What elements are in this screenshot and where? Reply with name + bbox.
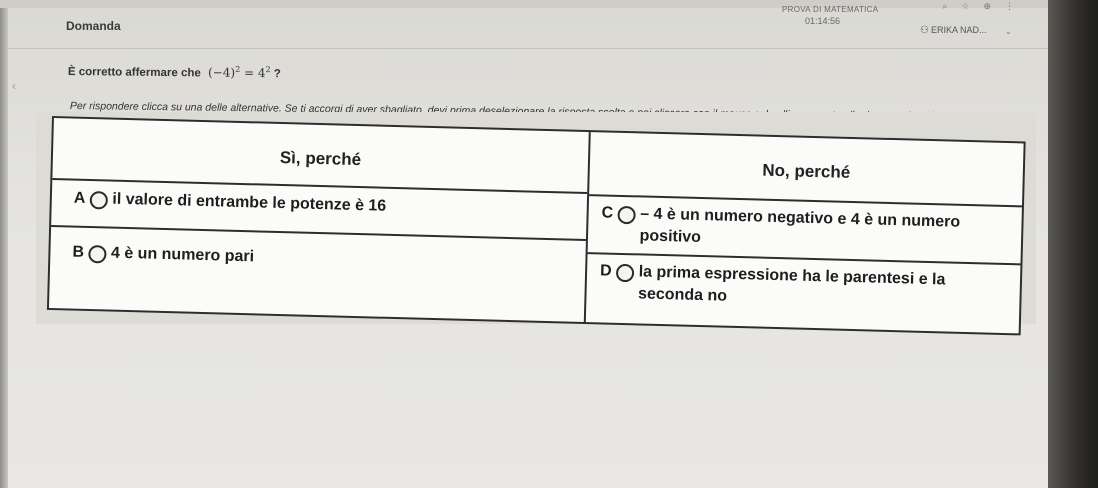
option-letter: A <box>73 189 86 207</box>
radio-button-c[interactable] <box>616 205 636 225</box>
question-text: È corretto affermare che (−4)2 = 42 ? <box>68 63 281 80</box>
user-menu[interactable]: ⚇ ERIKA NAD... <box>920 25 987 36</box>
answer-option-a[interactable]: A il valore di entrambe le potenze è 16 <box>74 190 574 223</box>
expression-base: (−4) <box>207 65 236 80</box>
user-name: ERIKA NAD... <box>930 25 987 35</box>
answer-option-c[interactable]: C – 4 è un numero negativo e 4 è un nume… <box>601 204 962 255</box>
option-letter: B <box>72 243 85 261</box>
screen-bezel-left <box>0 0 8 488</box>
screen-bezel-right <box>1048 0 1098 488</box>
column-header-no: No, perché <box>762 160 851 182</box>
answer-table: Sì, perché No, perché A il valore di ent… <box>46 116 1026 336</box>
question-expression: (−4)2 = 42 <box>208 65 271 80</box>
radio-button-a[interactable] <box>89 191 108 210</box>
browser-toolbar: ⌕☆⊕⋮ <box>0 0 1098 12</box>
user-icon: ⚇ <box>920 25 929 36</box>
question-prefix: È corretto affermare che <box>67 65 201 80</box>
expression-equals: = 4 <box>240 65 266 81</box>
radio-button-d[interactable] <box>615 263 634 283</box>
answer-option-d[interactable]: D la prima espressione ha le parentesi e… <box>599 262 1000 314</box>
row-divider <box>51 225 586 242</box>
chevron-down-icon[interactable]: ⌄ <box>1005 27 1012 36</box>
option-text: 4 è un numero pari <box>110 244 255 266</box>
question-suffix: ? <box>270 68 281 81</box>
answer-option-b[interactable]: B 4 è un numero pari <box>72 244 572 277</box>
radio-button-b[interactable] <box>87 244 107 264</box>
option-letter: C <box>601 204 614 222</box>
exam-title: PROVA DI MATEMATICA <box>782 5 879 14</box>
option-text: il valore di entrambe le potenze è 16 <box>112 190 387 215</box>
column-header-yes: Sì, perché <box>279 147 362 170</box>
exam-timer: 01:14:56 <box>805 16 841 26</box>
option-letter: D <box>599 262 612 280</box>
option-text: la prima espressione ha le parentesi e l… <box>637 263 946 305</box>
option-text: – 4 è un numero negativo e 4 è un numero… <box>639 205 961 247</box>
question-section-label: Domanda <box>66 19 121 33</box>
exam-header <box>8 8 1048 49</box>
back-arrow-icon[interactable]: ‹ <box>12 79 16 93</box>
